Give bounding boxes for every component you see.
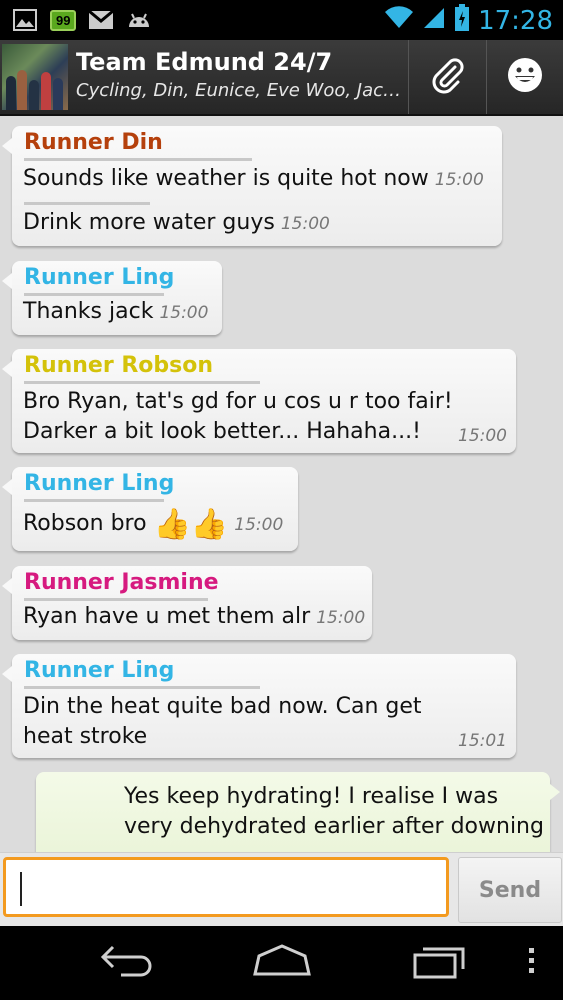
sender-underline (24, 293, 164, 296)
system-nav-bar (0, 926, 563, 1000)
message-text: Ryan have u met them alr 15:00 (23, 602, 365, 633)
message-line: Bro Ryan, tat's gd for u cos u r too fai… (23, 389, 453, 414)
thumbs-up-emoji: 👍👍 (153, 507, 229, 542)
message-bubble[interactable]: Runner Jasmine Ryan have u met them alr 1… (2, 566, 372, 640)
smiley-icon (506, 56, 544, 99)
sender-name: Runner Jasmine (24, 570, 219, 595)
message-text: Robson bro 👍👍 15:00 (23, 509, 283, 540)
sender-name: Runner Ling (24, 471, 175, 496)
message-bubble[interactable]: Runner Ling Robson bro 👍👍 15:00 (2, 467, 298, 551)
android-icon (126, 8, 152, 32)
message-time: 15:00 (434, 170, 484, 190)
recent-apps-icon (411, 943, 467, 984)
message-text: Yes keep hydrating! I realise I was very… (124, 782, 544, 842)
message-input[interactable] (3, 857, 449, 917)
wifi-icon (384, 6, 414, 35)
chat-participants[interactable]: Cycling, Din, Eunice, Eve Woo, Jack, L..… (76, 80, 402, 101)
sender-name: Runner Ling (24, 265, 175, 290)
overflow-menu-icon (528, 947, 536, 980)
emoji-button[interactable] (486, 40, 563, 114)
back-button[interactable] (92, 940, 162, 986)
paperclip-icon (427, 55, 467, 100)
sender-name: Runner Robson (24, 353, 214, 378)
message-list[interactable]: Runner Din Sounds like weather is quite … (0, 116, 563, 852)
sender-name: Runner Ling (24, 658, 175, 683)
battery-icon (454, 4, 470, 37)
chat-title[interactable]: Team Edmund 24/7 (76, 48, 332, 76)
message-time: 15:00 (316, 608, 366, 628)
sender-underline (24, 686, 260, 689)
home-icon (251, 943, 313, 983)
back-icon (97, 943, 157, 984)
home-button[interactable] (246, 940, 318, 986)
message-line: Drink more water guys (23, 210, 275, 235)
message-bubble[interactable]: Runner Ling Thanks jack 15:00 (2, 261, 222, 335)
message-text: Sounds like weather is quite hot now 15:0… (23, 164, 484, 195)
message-bubble[interactable]: Runner Robson Bro Ryan, tat's gd for u c… (2, 349, 516, 453)
overflow-menu-button[interactable] (520, 940, 544, 986)
message-time: 15:00 (458, 426, 507, 446)
send-button[interactable]: Send (458, 857, 562, 923)
message-text: Drink more water guys 15:00 (23, 208, 330, 239)
recent-apps-button[interactable] (406, 940, 472, 986)
signal-icon (422, 6, 446, 35)
message-line: Din the heat quite bad now. Can get (23, 694, 422, 719)
message-bubble[interactable]: Runner Din Sounds like weather is quite … (2, 126, 502, 246)
status-clock: 17:28 (478, 5, 553, 36)
image-icon (12, 8, 38, 32)
divider (24, 202, 150, 205)
message-line: Robson bro (23, 511, 147, 536)
message-line: Thanks jack (23, 299, 154, 324)
sender-underline (24, 598, 208, 601)
gmail-icon (88, 8, 115, 32)
sender-underline (24, 158, 252, 161)
sender-underline (24, 499, 164, 502)
message-time: 15:00 (159, 303, 209, 323)
message-line: Yes keep hydrating! I realise I was (124, 784, 499, 809)
text-caret (20, 872, 22, 906)
outgoing-message-bubble[interactable]: Yes keep hydrating! I realise I was very… (36, 772, 560, 852)
attach-button[interactable] (408, 40, 485, 114)
sender-name: Runner Din (24, 130, 163, 155)
group-avatar[interactable] (2, 44, 68, 110)
message-bubble[interactable]: Runner Ling Din the heat quite bad now. … (2, 654, 516, 758)
message-time: 15:01 (458, 731, 507, 751)
message-line: Sounds like weather is quite hot now (23, 166, 429, 191)
message-line: very dehydrated earlier after downing (124, 814, 544, 839)
action-bar: Team Edmund 24/7 Cycling, Din, Eunice, E… (0, 40, 563, 116)
message-time: 15:00 (234, 515, 284, 535)
message-line: Ryan have u met them alr (23, 604, 311, 629)
message-line: Darker a bit look better... Hahaha...! (23, 419, 421, 444)
compose-bar: Send (0, 852, 563, 927)
message-text: Thanks jack 15:00 (23, 297, 208, 328)
message-time: 15:00 (280, 214, 330, 234)
battery-badge-icon: 99 (50, 9, 77, 31)
sender-underline (24, 381, 260, 384)
message-line: heat stroke (23, 724, 148, 749)
status-bar: 99 17:28 (0, 0, 563, 40)
